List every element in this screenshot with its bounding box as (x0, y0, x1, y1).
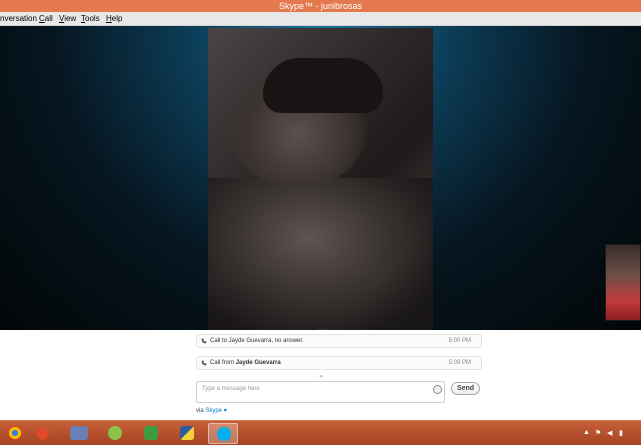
self-video-preview[interactable] (605, 244, 641, 321)
window-title: Skype™ - junibrosas (278, 1, 363, 11)
call-event-time: 5:09 PM (448, 360, 471, 366)
hs-icon (108, 426, 122, 440)
taskbar-skype[interactable] (208, 423, 238, 444)
emoticon-icon[interactable] (433, 385, 442, 394)
php-icon (70, 426, 88, 440)
taskbar: ▲ ⚑ ◀ ▮ (0, 420, 641, 445)
menu-item-tools[interactable]: Tools (81, 12, 100, 26)
caller-name: Jayde Guevarra (235, 360, 281, 366)
chat-panel: Call to Jayde Guevarra, no answer. 5:00 … (0, 330, 641, 420)
call-event-item: Call to Jayde Guevarra, no answer. 5:00 … (196, 334, 482, 348)
chrome-icon (8, 426, 22, 440)
menu-item-help[interactable]: Help (106, 12, 122, 26)
call-event-time: 5:00 PM (448, 338, 471, 344)
call-event-prefix: Call from (210, 360, 236, 366)
via-label: via (196, 408, 204, 414)
via-selector[interactable]: via Skype ▾ (196, 407, 227, 414)
call-event-item: Call from Jayde Guevarra 5:09 PM (196, 356, 482, 370)
message-placeholder: Type a message here (202, 386, 260, 392)
tray-up-arrow-icon[interactable]: ▲ (583, 429, 590, 436)
phone-icon (201, 338, 207, 344)
app-red-icon (34, 425, 51, 442)
via-chevron-down-icon[interactable]: ▾ (224, 408, 227, 414)
remote-video-feed (208, 28, 433, 330)
menu-item-call[interactable]: Call (39, 12, 53, 26)
skype-icon (217, 427, 231, 441)
message-input[interactable]: Type a message here (196, 381, 445, 403)
via-link[interactable]: Skype (205, 408, 222, 414)
phone-icon (201, 360, 207, 366)
taskbar-python[interactable] (172, 423, 202, 444)
taskbar-app-red[interactable] (28, 423, 58, 444)
system-tray: ▲ ⚑ ◀ ▮ (581, 421, 641, 446)
menu-item-conversation[interactable]: nversation (0, 12, 37, 26)
window-titlebar: Skype™ - junibrosas (0, 0, 641, 12)
tray-sound-icon[interactable]: ◀ (607, 429, 612, 437)
tray-network-icon[interactable]: ▮ (619, 429, 623, 437)
tray-flag-icon[interactable]: ⚑ (595, 429, 601, 437)
call-event-text: Call to Jayde Guevarra, no answer. (210, 338, 304, 344)
send-button[interactable]: Send (451, 382, 480, 395)
taskbar-hs[interactable] (100, 423, 130, 444)
python-icon (180, 426, 194, 440)
taskbar-chrome[interactable] (0, 423, 30, 444)
menu-bar: nversation Call View Tools Help (0, 12, 641, 26)
taskbar-evernote[interactable] (136, 423, 166, 444)
taskbar-php[interactable] (64, 423, 94, 444)
evernote-icon (144, 426, 158, 440)
call-event-text: Call from Jayde Guevarra (210, 357, 281, 369)
video-call-area[interactable] (0, 26, 641, 330)
menu-item-view[interactable]: View (59, 12, 76, 26)
